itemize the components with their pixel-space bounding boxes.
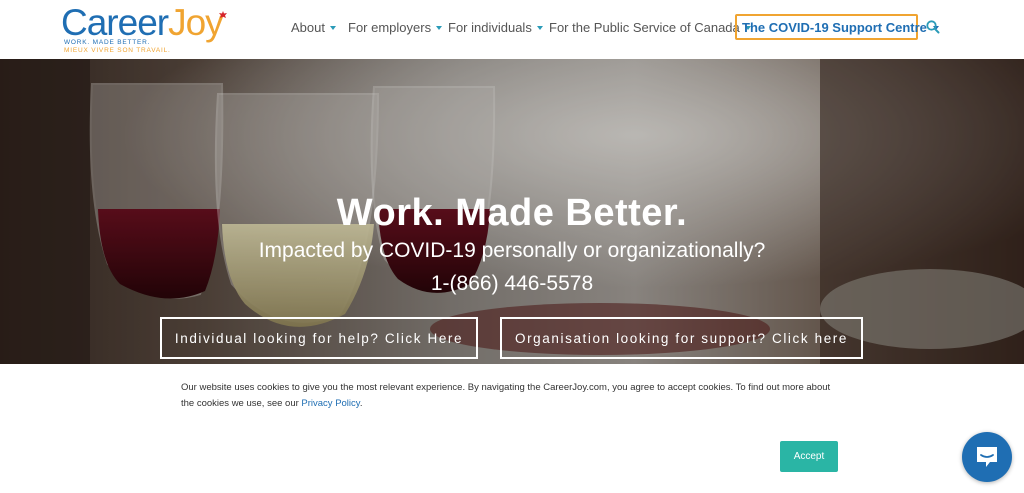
site-header: CareerJoy WORK. MADE BETTER. MIEUX VIVRE… [0,0,1024,59]
organisation-support-button[interactable]: Organisation looking for support? Click … [500,317,863,359]
nav-public-service[interactable]: For the Public Service of Canada [549,14,751,40]
cookie-consent-banner: Our website uses cookies to give you the… [0,364,1024,493]
nav-for-individuals-label: For individuals [448,19,532,35]
cookie-notice-text: Our website uses cookies to give you the… [181,380,841,412]
cookie-message: Our website uses cookies to give you the… [181,382,831,409]
nav-for-employers-label: For employers [348,19,432,35]
nav-public-service-label: For the Public Service of Canada [549,19,740,35]
nav-for-individuals[interactable]: For individuals [448,14,543,40]
nav-about-label: About [291,19,325,35]
nav-for-employers[interactable]: For employers [348,14,443,40]
hero-title: Work. Made Better. [336,192,688,234]
nav-covid-support-centre[interactable]: The COVID-19 Support Centre [735,14,939,40]
individual-help-button[interactable]: Individual looking for help? Click Here [160,317,478,359]
chevron-down-icon [436,26,443,30]
hero-subtitle: Impacted by COVID-19 personally or organ… [258,239,766,262]
chevron-down-icon [329,26,336,30]
chevron-down-icon [536,26,543,30]
logo-career-text: Career [61,2,169,43]
logo-tagline-en: WORK. MADE BETTER. [64,39,151,46]
nav-about[interactable]: About [291,14,336,40]
hero-banner: Work. Made Better. Impacted by COVID-19 … [0,59,1024,364]
chat-bubble-icon [977,447,997,467]
search-icon[interactable] [925,19,941,35]
logo-joy-text: Joy [168,2,224,43]
logo-wordmark: CareerJoy [61,2,224,43]
nav-covid-label: The COVID-19 Support Centre [742,19,927,35]
cookie-period: . [359,398,363,409]
chat-widget-button[interactable] [962,432,1012,482]
careerjoy-logo[interactable]: CareerJoy WORK. MADE BETTER. MIEUX VIVRE… [61,3,231,55]
hero-phone-number[interactable]: 1-(866) 446-5578 [0,272,1024,296]
accept-cookies-button[interactable]: Accept [780,441,838,472]
privacy-policy-link[interactable]: Privacy Policy [301,398,359,409]
maple-leaf-icon [219,11,227,18]
logo-tagline-fr: MIEUX VIVRE SON TRAVAIL. [64,47,171,54]
